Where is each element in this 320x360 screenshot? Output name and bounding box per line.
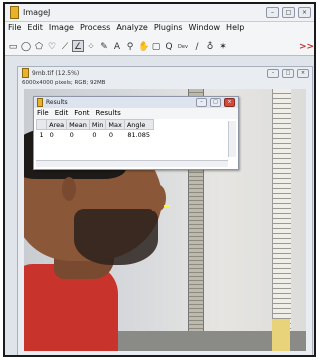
imagej-menubar: File Edit Image Process Analyze Plugins … [5, 22, 314, 36]
dropper-icon[interactable]: ♁ [204, 40, 216, 52]
row-index: 1 [39, 131, 44, 139]
image-window-icon [22, 68, 29, 78]
cell-min: 0 [92, 131, 97, 139]
subject-beard [74, 209, 158, 265]
imagej-titlebar: ImageJ – □ × [5, 4, 314, 22]
imagej-title: ImageJ [23, 8, 51, 17]
magnifier-tool-icon[interactable]: ⚲ [124, 40, 136, 52]
yellow-tape [272, 319, 290, 351]
menu-analyze[interactable]: Analyze [113, 22, 151, 36]
pen-icon[interactable]: ∕ [191, 40, 203, 52]
freehand-tool-icon[interactable]: ♡ [46, 40, 58, 52]
cell-angle: 81.085 [127, 131, 151, 139]
results-table: Area Mean Min Max Angle 1 0 0 0 0 81.085 [35, 119, 154, 141]
close-icon[interactable]: × [298, 7, 311, 18]
minimize-icon[interactable]: – [267, 69, 279, 78]
image-window-controls: – □ × [267, 69, 309, 78]
results-title: Results [46, 99, 68, 106]
results-menu-file[interactable]: File [34, 108, 52, 119]
maximize-icon[interactable]: □ [210, 98, 221, 107]
subject-ear [62, 177, 76, 201]
results-menu-font[interactable]: Font [71, 108, 92, 119]
menu-image[interactable]: Image [46, 22, 77, 36]
menu-help[interactable]: Help [223, 22, 247, 36]
table-row[interactable]: 1 0 0 0 0 81.085 [37, 130, 154, 141]
results-window-icon [37, 98, 43, 107]
window-controls: – □ × [266, 7, 311, 18]
line-tool-icon[interactable]: ⟋ [59, 40, 71, 52]
cell-area: 0 [49, 131, 54, 139]
menu-window[interactable]: Window [186, 22, 224, 36]
developer-menu-icon[interactable]: Dev [176, 40, 190, 52]
screenshot-frame: ImageJ – □ × File Edit Image Process Ana… [3, 2, 316, 357]
results-horizontal-scrollbar[interactable] [36, 160, 228, 167]
polygon-tool-icon[interactable]: ⬠ [33, 40, 45, 52]
results-window: Results – □ × File Edit Font Results Are… [33, 96, 239, 170]
zoom-icon[interactable]: Q [163, 40, 175, 52]
spray-icon[interactable]: ✶ [217, 40, 229, 52]
menu-process[interactable]: Process [77, 22, 113, 36]
image-window-title: 9mb.tif (12.5%) [32, 69, 80, 77]
close-icon[interactable]: × [224, 98, 235, 107]
column-header-index[interactable] [35, 119, 48, 130]
imagej-app-icon [10, 6, 19, 19]
results-menubar: File Edit Font Results [34, 108, 238, 119]
angle-selection-marker[interactable] [164, 205, 170, 207]
results-menu-results[interactable]: Results [93, 108, 124, 119]
column-header-max[interactable]: Max [105, 119, 125, 130]
column-header-area[interactable]: Area [46, 119, 68, 130]
close-icon[interactable]: × [297, 69, 309, 78]
image-window-titlebar: 9mb.tif (12.5%) – □ × [18, 67, 312, 79]
minimize-icon[interactable]: – [266, 7, 279, 18]
menu-edit[interactable]: Edit [24, 22, 46, 36]
column-header-mean[interactable]: Mean [66, 119, 90, 130]
results-header-row: Area Mean Min Max Angle [35, 119, 154, 130]
rectangle-tool-icon[interactable]: ▭ [7, 40, 19, 52]
menu-file[interactable]: File [5, 22, 24, 36]
point-tool-icon[interactable]: ⁘ [85, 40, 97, 52]
results-menu-edit[interactable]: Edit [52, 108, 72, 119]
maximize-icon[interactable]: □ [282, 69, 294, 78]
hand-tool-icon[interactable]: ✋ [137, 40, 149, 52]
text-tool-icon[interactable]: A [111, 40, 123, 52]
wand-tool-icon[interactable]: ✎ [98, 40, 110, 52]
maximize-icon[interactable]: □ [282, 7, 295, 18]
more-tools-icon[interactable]: >> [298, 40, 314, 52]
cell-max: 0 [108, 131, 114, 139]
oval-tool-icon[interactable]: ◯ [20, 40, 32, 52]
menu-plugins[interactable]: Plugins [151, 22, 186, 36]
results-vertical-scrollbar[interactable] [228, 121, 236, 157]
results-window-controls: – □ × [196, 98, 235, 107]
column-header-min[interactable]: Min [88, 119, 107, 130]
measuring-board [272, 89, 291, 331]
image-info: 6000x4000 pixels; RGB; 92MB [22, 80, 106, 86]
imagej-toolbar: ▭ ◯ ⬠ ♡ ⟋ ∠ ⁘ ✎ A ⚲ ✋ ▢ Q Dev ∕ ♁ ✶ >> [5, 36, 314, 56]
subject-nose [152, 185, 166, 211]
cell-mean: 0 [69, 131, 74, 139]
results-titlebar: Results – □ × [34, 97, 238, 108]
minimize-icon[interactable]: – [196, 98, 207, 107]
column-header-angle[interactable]: Angle [123, 119, 154, 130]
angle-tool-icon[interactable]: ∠ [72, 39, 84, 52]
color-picker-icon[interactable]: ▢ [150, 40, 162, 52]
